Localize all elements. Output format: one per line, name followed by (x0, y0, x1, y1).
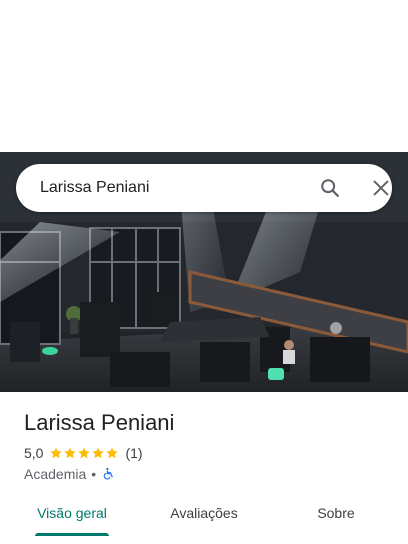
place-page: Larissa Peniani Larissa Peniani 5,0 (1) (0, 0, 408, 544)
review-count[interactable]: (1) (125, 445, 142, 461)
tab-overview[interactable]: Visão geral (35, 504, 109, 522)
star-icon (106, 447, 119, 459)
star-rating (49, 446, 119, 460)
tab-reviews[interactable]: Avaliações (164, 504, 244, 522)
star-icon (64, 447, 77, 459)
star-icon (92, 447, 105, 459)
separator-dot: • (91, 466, 97, 482)
place-category: Academia (24, 466, 87, 482)
category-row: Academia • (24, 465, 115, 483)
place-tabs: Visão geral Avaliações Sobre (0, 494, 408, 544)
tab-about[interactable]: Sobre (306, 504, 366, 522)
close-icon[interactable] (370, 177, 392, 199)
search-bar[interactable]: Larissa Peniani (16, 164, 392, 212)
star-icon (50, 447, 63, 459)
rating-value: 5,0 (24, 445, 44, 461)
rating-row[interactable]: 5,0 (1) (24, 444, 143, 462)
active-tab-indicator (35, 533, 109, 536)
search-icon[interactable] (319, 177, 341, 199)
search-input[interactable]: Larissa Peniani (40, 177, 149, 199)
wheelchair-icon (103, 467, 114, 480)
star-icon (78, 447, 91, 459)
place-title: Larissa Peniani (24, 410, 175, 435)
